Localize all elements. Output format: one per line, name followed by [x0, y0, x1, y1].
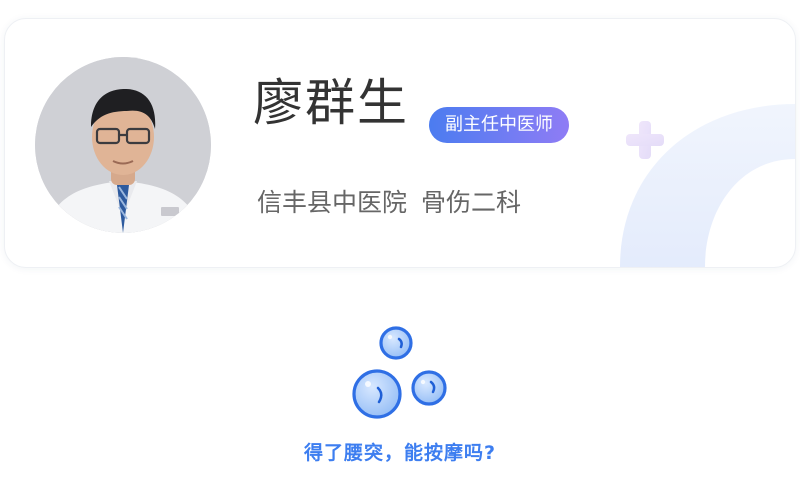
doctor-name: 廖群生 — [253, 74, 409, 132]
doctor-avatar — [35, 57, 211, 233]
bubbles-icon — [352, 326, 447, 419]
hospital-department: 信丰县中医院 骨伤二科 — [257, 185, 521, 221]
doctor-card[interactable]: 廖群生 副主任中医师 信丰县中医院 骨伤二科 — [4, 18, 796, 268]
doctor-title-badge: 副主任中医师 — [429, 107, 569, 143]
department-name: 骨伤二科 — [421, 188, 522, 217]
page: 廖群生 副主任中医师 信丰县中医院 骨伤二科 得了腰突，能按摩吗? — [0, 0, 800, 482]
plus-icon — [626, 121, 664, 159]
hospital-name: 信丰县中医院 — [257, 188, 408, 217]
question-title[interactable]: 得了腰突，能按摩吗? — [0, 438, 800, 468]
